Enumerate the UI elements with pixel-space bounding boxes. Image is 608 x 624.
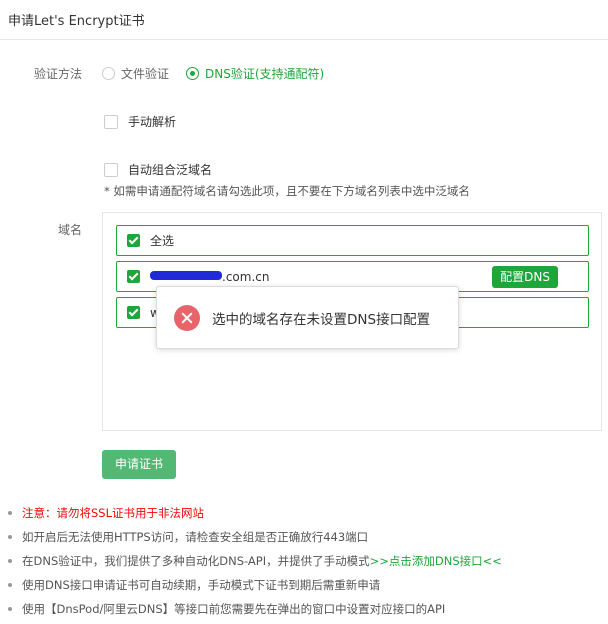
error-close-icon — [174, 304, 200, 331]
manual-resolve-checkbox[interactable]: 手动解析 — [104, 113, 176, 130]
checkbox-checked-icon[interactable] — [127, 234, 140, 247]
list-item: 注意：请勿将SSL证书用于非法网站 — [8, 505, 502, 529]
manual-resolve-label: 手动解析 — [128, 115, 177, 129]
list-item: 使用DNS接口申请证书可自动续期，手动模式下证书到期后需重新申请 — [8, 577, 502, 601]
select-all-item[interactable]: 全选 — [116, 225, 589, 256]
list-item: 使用【DnsPod/阿里云DNS】等接口前您需要先在弹出的窗口中设置对应接口的A… — [8, 601, 502, 624]
list-item-text: 在DNS验证中，我们提供了多种自动化DNS-API，并提供了手动模式 — [22, 554, 370, 568]
add-dns-api-link[interactable]: >>点击添加DNS接口<< — [370, 554, 502, 568]
wildcard-combine-checkbox[interactable]: 自动组合泛域名 — [104, 161, 212, 178]
radio-checked-icon — [186, 67, 199, 80]
dialog-header: 申请Let's Encrypt证书 — [0, 0, 608, 40]
checkbox-checked-icon[interactable] — [127, 306, 140, 319]
domain-label: 域名 — [58, 223, 83, 237]
checkbox-icon — [104, 162, 118, 177]
wildcard-hint: * 如需申请通配符域名请勾选此项，且不要在下方域名列表中选中泛域名 — [104, 184, 470, 198]
list-item: 如开启后无法使用HTTPS访问，请检查安全组是否正确放行443端口 — [8, 529, 502, 553]
notes-list: 注意：请勿将SSL证书用于非法网站 如开启后无法使用HTTPS访问，请检查安全组… — [8, 505, 502, 624]
domain-name: .com.cn — [222, 269, 270, 284]
radio-file-verify[interactable]: 文件验证 — [102, 65, 169, 82]
dialog-title: 申请Let's Encrypt证书 — [8, 14, 145, 29]
error-toast-message: 选中的域名存在未设置DNS接口配置 — [212, 311, 431, 328]
apply-certificate-button[interactable]: 申请证书 — [102, 450, 176, 479]
radio-file-verify-label: 文件验证 — [121, 67, 170, 81]
wildcard-combine-label: 自动组合泛域名 — [128, 163, 213, 177]
radio-dns-verify-label: DNS验证(支持通配符) — [205, 67, 325, 81]
verify-method-label: 验证方法 — [34, 67, 83, 81]
radio-dns-verify[interactable]: DNS验证(支持通配符) — [186, 65, 324, 82]
radio-circle-icon — [102, 67, 115, 80]
checkbox-checked-icon[interactable] — [127, 270, 140, 283]
error-toast: 选中的域名存在未设置DNS接口配置 — [156, 286, 459, 349]
config-dns-button[interactable]: 配置DNS — [492, 266, 558, 288]
select-all-label: 全选 — [150, 234, 175, 248]
redaction-scribble — [150, 271, 222, 280]
checkbox-icon — [104, 114, 118, 129]
list-item: 在DNS验证中，我们提供了多种自动化DNS-API，并提供了手动模式>>点击添加… — [8, 553, 502, 577]
